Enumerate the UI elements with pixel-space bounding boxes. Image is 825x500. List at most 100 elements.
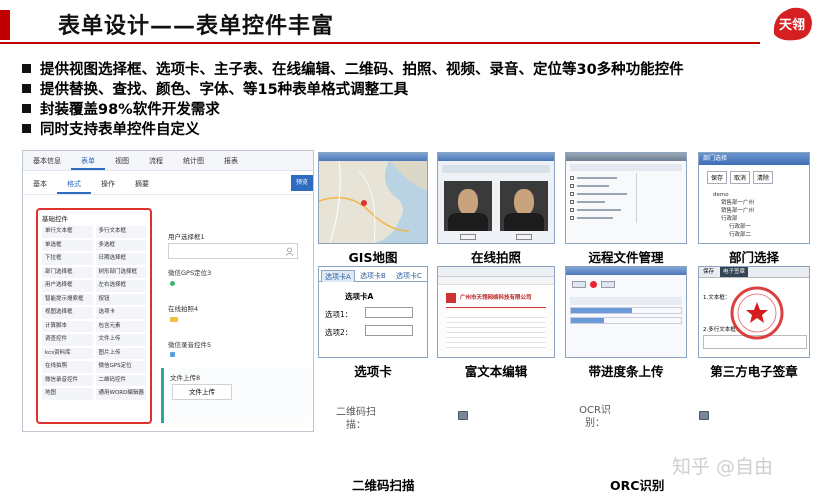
components-header: 基础控件 bbox=[42, 215, 68, 223]
photo-toolbar bbox=[442, 165, 550, 173]
tab-flow[interactable]: 流程 bbox=[139, 151, 173, 170]
dept-clear-button[interactable]: 清除 bbox=[753, 171, 774, 184]
bullet-item: 同时支持表单控件自定义 bbox=[22, 118, 200, 139]
component-item[interactable]: 微信GPS定位 bbox=[95, 361, 146, 373]
component-item[interactable]: 包含元素 bbox=[95, 320, 146, 332]
bullet-item: 封装覆盖98%软件开发需求 bbox=[22, 98, 220, 119]
component-item[interactable]: 文件上传 bbox=[95, 334, 146, 346]
component-item[interactable]: 智能提示搜索框 bbox=[42, 293, 93, 305]
subtab-format[interactable]: 格式 bbox=[57, 173, 91, 194]
user-select-input[interactable] bbox=[168, 243, 298, 259]
logo-text: 天翎 bbox=[779, 17, 805, 33]
sample-tab-a[interactable]: 选项卡A bbox=[321, 270, 355, 282]
upload-button[interactable] bbox=[601, 281, 615, 288]
save-photo-button[interactable] bbox=[516, 234, 532, 240]
component-item[interactable]: 微信录音控件 bbox=[42, 374, 93, 386]
sign-row1-label: 1.文本框： bbox=[703, 295, 731, 301]
bullet-text: 同时支持表单控件自定义 bbox=[40, 122, 200, 138]
rich-text-caption: 富文本编辑 bbox=[464, 364, 528, 379]
sample-tab-b[interactable]: 选项卡B bbox=[357, 270, 389, 282]
thumb-titlebar bbox=[319, 153, 427, 161]
component-item[interactable]: 计算脚本 bbox=[42, 320, 93, 332]
component-item[interactable]: 多选框 bbox=[95, 239, 146, 251]
tab-chart[interactable]: 统计图 bbox=[173, 151, 214, 170]
qr-scan-icon[interactable] bbox=[458, 411, 468, 420]
component-item[interactable]: 在线拍照 bbox=[42, 361, 93, 373]
bullet-text: 提供视图选择框、选项卡、主子表、在线编辑、二维码、拍照、视频、录音、定位等30多… bbox=[40, 62, 684, 78]
component-item[interactable]: 部门选择框 bbox=[42, 266, 93, 278]
basic-components-panel: 基础控件 单行文本框 多行文本框 单选框 多选框 下拉框 日期选择框 部门选择框 树形部门选择… bbox=[36, 208, 152, 424]
qr-scan-label: 二维码扫描： bbox=[336, 407, 376, 431]
option2-input[interactable] bbox=[365, 325, 413, 336]
editor-toolbar bbox=[438, 267, 554, 277]
sign-save-button[interactable]: 保存 bbox=[703, 267, 714, 277]
user-select-label: 用户选择框1 bbox=[168, 233, 205, 241]
component-item[interactable]: 地图 bbox=[42, 388, 93, 400]
component-item[interactable]: 图片上传 bbox=[95, 347, 146, 359]
bullet-text: 封装覆盖98%软件开发需求 bbox=[40, 102, 220, 118]
bullet-square-icon bbox=[22, 104, 31, 113]
file-upload-button[interactable]: 文件上传 bbox=[172, 384, 232, 400]
preview-button[interactable]: 预览 bbox=[291, 175, 313, 191]
select-files-button[interactable] bbox=[572, 281, 586, 288]
component-item[interactable]: 树形部门选择框 bbox=[95, 266, 146, 278]
bullet-item: 提供替换、查找、颜色、字体、等15种表单格式调整工具 bbox=[22, 78, 408, 99]
form-designer-screenshot: 基本信息 表单 视图 流程 统计图 报表 基本 格式 操作 摘要 预览 基础控件… bbox=[22, 150, 314, 432]
component-item[interactable]: 单选框 bbox=[42, 239, 93, 251]
component-item[interactable]: 通用WORD编辑器 bbox=[95, 388, 146, 400]
subtab-operation[interactable]: 操作 bbox=[91, 173, 125, 194]
capture-button[interactable] bbox=[460, 234, 476, 240]
component-item[interactable]: 二维码控件 bbox=[95, 374, 146, 386]
dept-tree: demo 销售部一广州 销售部一广州 行政部 行政部一 行政部二 bbox=[713, 191, 754, 239]
title-accent-bar bbox=[0, 10, 10, 40]
remote-file-caption: 远程文件管理 bbox=[588, 250, 664, 265]
tree-node[interactable]: 行政部一 bbox=[713, 223, 754, 231]
sample-tab-c[interactable]: 选项卡C bbox=[393, 270, 425, 282]
subtab-basic[interactable]: 基本 bbox=[23, 173, 57, 194]
dept-cancel-button[interactable]: 取消 bbox=[730, 171, 751, 184]
remote-file-thumbnail bbox=[565, 152, 687, 244]
tree-node[interactable]: 行政部二 bbox=[713, 231, 754, 239]
component-item[interactable]: 选项卡 bbox=[95, 307, 146, 319]
progress-caption: 带进度条上传 bbox=[588, 364, 664, 379]
voice-label: 微信录音控件5 bbox=[168, 341, 212, 349]
tree-node[interactable]: demo bbox=[713, 191, 754, 199]
subtab-summary[interactable]: 摘要 bbox=[125, 173, 159, 194]
dept-button-group: 保存 取消 清除 bbox=[707, 171, 774, 184]
component-item[interactable]: 多行文本框 bbox=[95, 226, 146, 238]
option1-input[interactable] bbox=[365, 307, 413, 318]
photo-caption: 在线拍照 bbox=[470, 250, 521, 265]
sign-tab[interactable]: 电子签章 bbox=[720, 267, 749, 277]
components-grid: 单行文本框 多行文本框 单选框 多选框 下拉框 日期选择框 部门选择框 树形部门选择框 用户选择… bbox=[42, 226, 146, 400]
option2-label: 选项2： bbox=[325, 328, 353, 337]
gis-caption: GIS地图 bbox=[348, 250, 398, 265]
component-item[interactable]: 按钮 bbox=[95, 293, 146, 305]
component-item[interactable]: 调查控件 bbox=[42, 334, 93, 346]
tree-node[interactable]: 销售部一广州 bbox=[713, 199, 754, 207]
tab-report[interactable]: 报表 bbox=[214, 151, 248, 170]
tab-form[interactable]: 表单 bbox=[71, 151, 105, 170]
component-item[interactable]: 下拉框 bbox=[42, 253, 93, 265]
tab-basic-info[interactable]: 基本信息 bbox=[23, 151, 71, 170]
tree-node[interactable]: 销售部一广州 bbox=[713, 207, 754, 215]
file-upload-field: 文件上传8 文件上传 bbox=[161, 368, 311, 423]
tabs-thumbnail: 选项卡A 选项卡B 选项卡C 选项卡A 选项1： 选项2： bbox=[318, 266, 428, 358]
component-item[interactable]: 用户选择框 bbox=[42, 280, 93, 292]
editor-content[interactable] bbox=[446, 313, 546, 351]
component-item[interactable]: kcs资料库 bbox=[42, 347, 93, 359]
component-item[interactable]: 视图选择框 bbox=[42, 307, 93, 319]
page-title: 表单设计——表单控件丰富 bbox=[58, 14, 335, 39]
upload-controls bbox=[572, 281, 615, 288]
stop-icon[interactable] bbox=[590, 281, 597, 288]
component-item[interactable]: 单行文本框 bbox=[42, 226, 93, 238]
dept-save-button[interactable]: 保存 bbox=[707, 171, 728, 184]
tab-view[interactable]: 视图 bbox=[105, 151, 139, 170]
component-item[interactable]: 日期选择框 bbox=[95, 253, 146, 265]
upload-progress-fill bbox=[571, 308, 632, 313]
component-item[interactable]: 左右选择框 bbox=[95, 280, 146, 292]
ocr-caption: ORC识别 bbox=[610, 478, 665, 493]
title-underline bbox=[0, 42, 760, 44]
e-signature-thumbnail: 保存 电子签章 1.文本框： 2.多行文本框： bbox=[698, 266, 810, 358]
tree-node[interactable]: 行政部 bbox=[713, 215, 754, 223]
ocr-icon[interactable] bbox=[699, 411, 709, 420]
